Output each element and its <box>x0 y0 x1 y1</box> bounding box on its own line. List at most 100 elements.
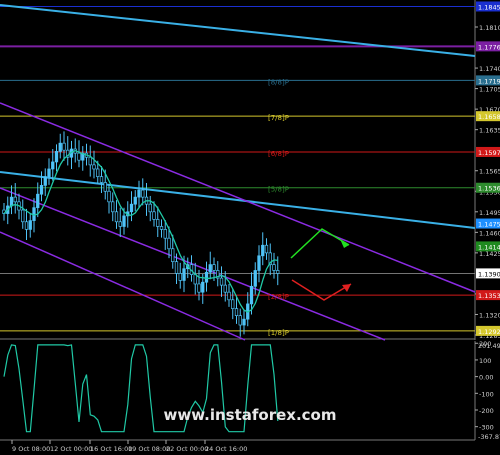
candle-body <box>253 270 257 287</box>
forecast-arrow-down <box>291 279 352 301</box>
rsi-axis: 201.4982001000.00-100-200-300-367.870 <box>475 340 500 441</box>
candle-body <box>43 176 47 186</box>
candle-body <box>24 221 29 230</box>
candle-body <box>39 185 44 195</box>
blue-trendline-upper <box>0 4 476 57</box>
purple-channel-bottom <box>0 231 246 341</box>
price-label-text: 1.1414 <box>478 243 500 251</box>
forex-chart: [8/8]P [7/8]P [6/8]P [5/8]P [2/8]P [1/8]P 1.1… <box>0 0 500 455</box>
candle-body <box>114 211 119 223</box>
candle-body <box>171 248 175 263</box>
murrey-level-label: [5/8]P <box>268 186 289 194</box>
candle-body <box>36 193 40 209</box>
price-label-text: 1.1292 <box>478 328 500 336</box>
price-tick-label: 1.1810 <box>479 24 500 32</box>
candle-body <box>238 315 242 326</box>
price-tick-label: 1.1740 <box>479 65 500 73</box>
candle-body <box>62 142 66 151</box>
candle-body <box>99 176 104 183</box>
price-tick-label: 1.1565 <box>479 168 500 176</box>
murrey-level-label: [8/8]P <box>268 78 289 86</box>
price-label-text: 1.1845 <box>478 3 500 11</box>
candle-body <box>159 226 164 230</box>
candle-body <box>9 196 14 207</box>
candle-body <box>28 220 32 230</box>
murrey-labels: [8/8]P [7/8]P [6/8]P [5/8]P [2/8]P [1/8]P <box>268 78 289 337</box>
candle-body <box>223 284 227 293</box>
candle-body <box>208 264 212 273</box>
price-tick-label: 1.1495 <box>479 209 500 217</box>
candle-body <box>103 182 107 192</box>
murrey-level-label: [2/8]P <box>268 293 289 301</box>
time-tick-label: 22 Oct 00:00 <box>166 445 208 453</box>
candle-body <box>276 270 280 274</box>
candle-body <box>219 277 224 286</box>
candle-body <box>129 203 134 213</box>
price-tick-label: 1.1460 <box>479 229 500 237</box>
candle-body <box>88 156 92 166</box>
candle-body <box>122 215 126 227</box>
price-label-text: 1.1597 <box>478 149 500 157</box>
price-label-text: 1.1776 <box>478 43 500 51</box>
rsi-tick-label: -100 <box>479 390 494 398</box>
candle-body <box>156 219 160 227</box>
candle-body <box>197 283 201 293</box>
watermark: www.instaforex.com <box>164 406 337 424</box>
candle-body <box>272 264 276 271</box>
candle-body <box>152 211 156 220</box>
candle-body <box>107 190 111 203</box>
candle-body <box>182 268 186 281</box>
time-tick-label: 24 Oct 16:00 <box>205 445 247 453</box>
candle-body <box>92 164 96 170</box>
price-tick-label: 1.1705 <box>479 86 500 94</box>
price-label-text: 1.1719 <box>478 77 500 85</box>
candle-body <box>141 189 145 198</box>
candle-body <box>264 244 269 254</box>
candle-body <box>13 196 17 203</box>
candle-body <box>234 308 239 316</box>
candle-body <box>54 151 59 163</box>
candle-body <box>167 237 171 250</box>
time-tick-label: 9 Oct 08:00 <box>12 445 50 453</box>
time-axis: 9 Oct 08:00 12 Oct 00:0016 Oct 16:0019 Oc… <box>11 440 247 453</box>
candlesticks <box>2 131 280 337</box>
trend-channels <box>0 4 476 341</box>
candle-body <box>201 281 205 293</box>
price-label-text: 1.1658 <box>478 113 500 121</box>
candle-body <box>212 264 216 271</box>
candle-body <box>137 189 141 198</box>
candle-body <box>204 271 209 283</box>
candle-body <box>77 152 81 161</box>
candle-body <box>58 142 62 152</box>
price-label-text: 1.1536 <box>478 185 500 193</box>
candle-body <box>231 299 235 309</box>
candle-body <box>148 203 152 213</box>
candle-body <box>178 273 182 281</box>
candle-body <box>47 168 51 177</box>
candle-body <box>163 229 167 239</box>
candle-body <box>133 196 137 205</box>
candle-body <box>193 274 197 285</box>
candle-body <box>249 285 254 305</box>
murrey-level-label: [1/8]P <box>268 329 289 337</box>
rsi-min-label: -367.870 <box>478 433 500 441</box>
price-label-text: 1.1475 <box>478 221 500 229</box>
murrey-level-label: [7/8]P <box>268 114 289 122</box>
blue-trendline-middle <box>0 171 476 229</box>
forecast-arrow-up <box>290 228 350 259</box>
price-label-text: 1.1390 <box>478 270 500 278</box>
candle-body <box>242 318 246 326</box>
candle-body <box>51 161 55 170</box>
time-tick-label: 12 Oct 00:00 <box>50 445 92 453</box>
chart-canvas: [8/8]P [7/8]P [6/8]P [5/8]P [2/8]P [1/8]P 1.1… <box>0 0 500 453</box>
candle-body <box>227 291 231 301</box>
rsi-tick-label: 200 <box>479 340 491 348</box>
time-tick-label: 19 Oct 08:00 <box>128 445 170 453</box>
rsi-tick-label: 0.00 <box>479 374 493 382</box>
candle-body <box>21 209 25 223</box>
candle-body <box>174 261 179 274</box>
candle-body <box>111 201 115 213</box>
price-label-text: 1.1353 <box>478 292 500 300</box>
candle-body <box>118 221 122 227</box>
price-tick-label: 1.1635 <box>479 127 500 135</box>
